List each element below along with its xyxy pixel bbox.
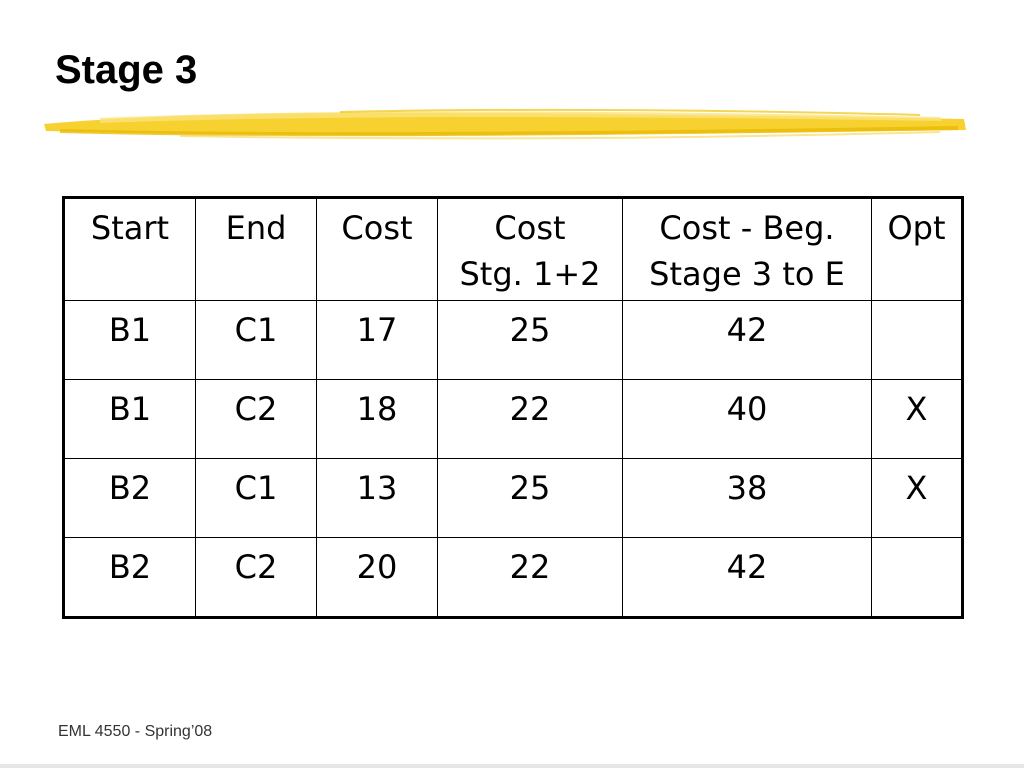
cell-end: C2: [195, 537, 317, 618]
header-cost: Cost: [316, 197, 438, 301]
header-start: Start: [63, 197, 196, 301]
table-row: B1 C2 18 22 40 X: [63, 379, 963, 459]
cell-cost-beg: 42: [622, 537, 872, 618]
header-end: End: [195, 197, 317, 301]
slide-title: Stage 3: [55, 48, 198, 92]
cell-start: B2: [63, 458, 196, 538]
cell-cost-beg: 42: [622, 300, 872, 380]
table-row: B2 C2 20 22 42: [63, 537, 963, 618]
cell-cost-stg-1-2: 25: [437, 300, 623, 380]
table-row: B1 C1 17 25 42: [63, 300, 963, 380]
cell-cost: 13: [316, 458, 438, 538]
cell-opt: X: [871, 458, 963, 538]
cell-cost: 17: [316, 300, 438, 380]
slide-footer: EML 4550 - Spring’08: [58, 723, 213, 740]
stage-table: Start End Cost Cost Stg. 1+2 Cost - Beg. S…: [62, 196, 964, 619]
cell-opt: [871, 300, 963, 380]
yellow-brush-stroke: [44, 108, 966, 140]
cell-start: B2: [63, 537, 196, 618]
cell-cost: 20: [316, 537, 438, 618]
cell-start: B1: [63, 379, 196, 459]
cell-cost-beg: 38: [622, 458, 872, 538]
bottom-divider: [0, 764, 1024, 768]
cell-end: C2: [195, 379, 317, 459]
cell-cost-stg-1-2: 25: [437, 458, 623, 538]
table-row: B2 C1 13 25 38 X: [63, 458, 963, 538]
cell-cost: 18: [316, 379, 438, 459]
cell-opt: X: [871, 379, 963, 459]
table-header-row: Start End Cost Cost Stg. 1+2 Cost - Beg. S…: [63, 197, 963, 301]
header-opt: Opt: [871, 197, 963, 301]
cell-end: C1: [195, 458, 317, 538]
cell-cost-stg-1-2: 22: [437, 537, 623, 618]
cell-opt: [871, 537, 963, 618]
header-cost-stg-1-2: Cost Stg. 1+2: [437, 197, 623, 301]
cell-end: C1: [195, 300, 317, 380]
header-cost-beg-stage-3-to-e: Cost - Beg. Stage 3 to E: [622, 197, 872, 301]
cell-start: B1: [63, 300, 196, 380]
cell-cost-beg: 40: [622, 379, 872, 459]
cell-cost-stg-1-2: 22: [437, 379, 623, 459]
